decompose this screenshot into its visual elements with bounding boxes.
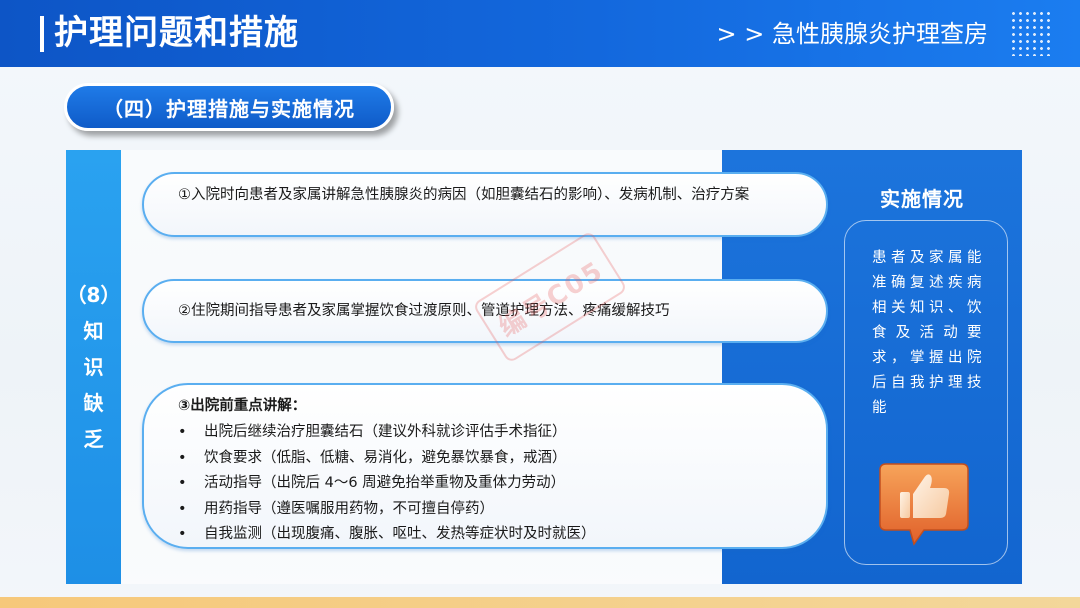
implementation-title: 实施情况	[880, 187, 964, 211]
discharge-list: • 出院后继续治疗胆囊结石（建议外科就诊评估手术指征） • 饮食要求（低脂、低糖、易…	[178, 420, 798, 548]
bullet: •	[178, 526, 187, 542]
list-item: • 活动指导（出院后 4～6 周避免抬举重物及重体力劳动）	[178, 471, 798, 497]
list-item: • 出院后继续治疗胆囊结石（建议外科就诊评估手术指征）	[178, 420, 798, 446]
page-title: 护理问题和措施	[54, 13, 299, 53]
bullet: •	[178, 424, 187, 440]
dot-grid-decoration	[1010, 10, 1054, 56]
problem-char: 缺	[83, 391, 104, 415]
section-label: （四）护理措施与实施情况	[64, 83, 394, 131]
title-accent-bar	[40, 16, 44, 52]
problem-char: 识	[83, 355, 104, 379]
bullet: •	[178, 449, 187, 466]
problem-char: （8）	[66, 283, 121, 307]
problem-char: 知	[83, 319, 104, 343]
list-item: • 自我监测（出现腹痛、腹胀、呕吐、发热等症状时及时就医）	[178, 522, 798, 548]
bottom-accent-bar	[0, 597, 1080, 608]
list-item: • 用药指导（遵医嘱服用药物，不可擅自停药）	[178, 497, 798, 523]
thumbs-up-icon	[879, 463, 969, 546]
problem-char: 乏	[83, 427, 104, 451]
bullet: •	[178, 500, 187, 517]
measure-item-1: ①入院时向患者及家属讲解急性胰腺炎的病因（如胆囊结石的影响）、发病机制、治疗方案	[178, 187, 750, 203]
page-subtitle: > > 急性胰腺炎护理查房	[716, 20, 988, 48]
header-bar: 护理问题和措施 > > 急性胰腺炎护理查房	[0, 0, 1080, 67]
measure-item-3-title: ③出院前重点讲解：	[178, 398, 307, 414]
bullet: •	[178, 475, 187, 491]
problem-label: （8） 知 识 缺 乏	[66, 150, 121, 584]
implementation-text: 患者及家属能准确复述疾病相关知识、饮食及活动要求，掌握出院后自我护理技能	[872, 250, 984, 416]
list-item: • 饮食要求（低脂、低糖、易消化，避免暴饮暴食，戒酒）	[178, 446, 798, 472]
